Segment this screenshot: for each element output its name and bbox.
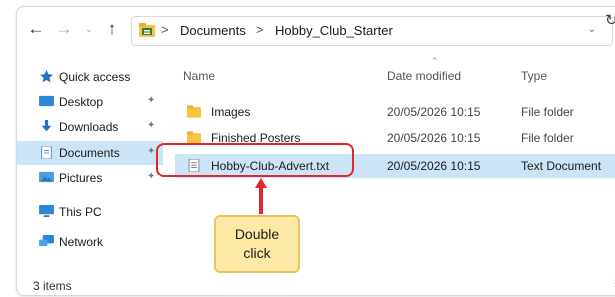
sidebar-item-quick-access[interactable]: Quick access <box>17 65 163 89</box>
sidebar-item-label: This PC <box>59 205 102 219</box>
computer-icon <box>39 205 54 218</box>
address-bar-area: ← → ⌄ ↑ > Documents > Hobby_Club_Starter… <box>17 7 615 53</box>
up-arrow-icon <box>255 178 267 214</box>
documents-folder-icon <box>139 23 155 37</box>
download-icon <box>41 120 52 132</box>
sidebar-item-label: Desktop <box>59 95 104 109</box>
sidebar-item-network[interactable]: Network <box>17 230 163 254</box>
folder-icon <box>187 105 201 118</box>
desktop-icon <box>39 95 54 107</box>
file-type: Text Document <box>521 159 602 173</box>
callout-line-1: Double <box>234 226 280 242</box>
star-icon <box>40 70 53 83</box>
up-button[interactable]: ↑ <box>103 20 121 38</box>
sidebar-item-label: Pictures <box>59 171 103 185</box>
file-row-images[interactable]: Images 20/05/2026 10:15 File folder <box>175 100 615 124</box>
callout-line-2: click <box>243 245 271 261</box>
sidebar-item-label: Network <box>59 235 104 249</box>
pin-icon: ✦ <box>147 95 156 106</box>
sidebar-item-label: Documents <box>59 146 120 160</box>
pictures-icon <box>39 171 54 183</box>
instruction-callout: Double click <box>214 215 300 273</box>
sidebar-item-this-pc[interactable]: This PC <box>17 200 163 224</box>
breadcrumb-separator: > <box>161 22 169 37</box>
refresh-icon[interactable]: ↻ <box>605 11 615 29</box>
item-count: 3 items <box>33 279 72 293</box>
pin-icon: ✦ <box>147 146 156 157</box>
documents-icon <box>41 146 52 159</box>
file-type: File folder <box>521 131 574 145</box>
column-header-type[interactable]: Type <box>521 69 547 83</box>
sidebar-item-desktop[interactable]: Desktop ✦ <box>17 90 163 114</box>
sort-ascending-icon: ⌃ <box>431 56 439 66</box>
pin-icon: ✦ <box>147 171 156 182</box>
file-date: 20/05/2026 10:15 <box>387 131 481 145</box>
address-bar[interactable]: > Documents > Hobby_Club_Starter ⌄ <box>131 16 613 46</box>
pin-icon: ✦ <box>147 120 156 131</box>
forward-button[interactable]: → <box>55 20 73 38</box>
column-header-name[interactable]: Name <box>183 69 215 83</box>
sidebar-item-downloads[interactable]: Downloads ✦ <box>17 115 163 139</box>
sidebar-item-pictures[interactable]: Pictures ✦ <box>17 166 163 190</box>
selection-highlight-ring <box>156 143 354 177</box>
back-button[interactable]: ← <box>27 20 45 38</box>
file-type: File folder <box>521 105 574 119</box>
file-date: 20/05/2026 10:15 <box>387 159 481 173</box>
recent-locations-button[interactable]: ⌄ <box>80 21 98 39</box>
breadcrumb-documents[interactable]: Documents <box>180 23 246 38</box>
network-icon <box>39 235 54 247</box>
sidebar-item-documents[interactable]: Documents ✦ <box>17 141 163 165</box>
sidebar-item-label: Quick access <box>59 70 131 84</box>
address-dropdown-icon[interactable]: ⌄ <box>588 24 596 35</box>
column-header-date-modified[interactable]: Date modified <box>387 69 461 83</box>
breadcrumb-separator: > <box>256 22 264 37</box>
file-name: Images <box>211 105 251 119</box>
navigation-pane: Quick access Desktop ✦ Downloads ✦ Docum… <box>17 53 165 263</box>
status-bar: 3 items ☷ <box>17 275 615 295</box>
file-date: 20/05/2026 10:15 <box>387 105 481 119</box>
sidebar-item-label: Downloads <box>59 120 119 134</box>
breadcrumb-hobby-club-starter[interactable]: Hobby_Club_Starter <box>275 23 393 38</box>
